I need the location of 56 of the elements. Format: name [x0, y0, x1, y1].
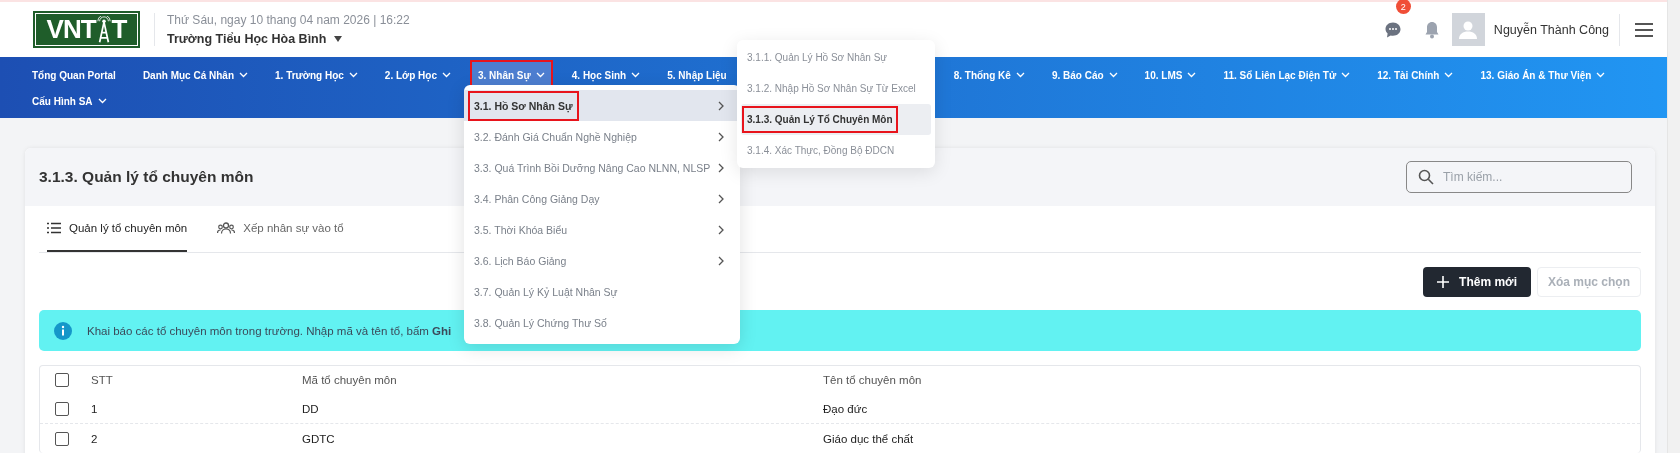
- dropdown-menu-item[interactable]: 3.6. Lịch Báo Giảng: [464, 245, 740, 276]
- search-field[interactable]: Tìm kiếm...: [1406, 161, 1632, 193]
- nav-menu-item[interactable]: Tổng Quan Portal: [32, 62, 116, 88]
- nav-menu-item[interactable]: 2. Lớp Học: [384, 62, 451, 88]
- dropdown-menu-item[interactable]: 3.5. Thời Khóa Biểu: [464, 214, 740, 245]
- nav-menu-item[interactable]: 10. LMS: [1144, 62, 1197, 88]
- caret-icon: [333, 35, 344, 43]
- table-cell: Giáo dục thể chất: [823, 432, 914, 445]
- info-icon: [54, 321, 72, 340]
- logo[interactable]: VNT T: [33, 11, 140, 48]
- page-title: 3.1.3. Quản lý tổ chuyên môn: [39, 168, 254, 186]
- column-header: Mã tổ chuyên môn: [302, 374, 398, 386]
- tab[interactable]: Quản lý tổ chuyên môn: [47, 206, 188, 252]
- table-cell: Đạo đức: [823, 402, 868, 415]
- plus-icon: [1437, 276, 1450, 288]
- dropdown-menu-item[interactable]: 3.8. Quản Lý Chứng Thư Số: [464, 307, 740, 338]
- info-text: Khai báo các tổ chuyên môn trong trường. Nhập mã và tên tổ, bấm Ghi: [87, 324, 452, 337]
- nav-menu-item[interactable]: 12. Tài Chính: [1377, 62, 1454, 88]
- dropdown-menu-item[interactable]: 3.1. Hồ Sơ Nhân Sự: [464, 90, 740, 121]
- dropdown-menu-item[interactable]: 3.2. Đánh Giá Chuẩn Nghề Nghiệp: [464, 121, 740, 152]
- column-header: Tên tổ chuyên môn: [823, 374, 922, 386]
- nav-menu-item[interactable]: 8. Thống Kê: [953, 62, 1025, 88]
- nav-menu-item[interactable]: 1. Trường Học: [275, 62, 358, 88]
- select-all-checkbox[interactable]: [55, 373, 69, 387]
- table-cell-text: 2: [91, 432, 99, 445]
- scrollbar[interactable]: [1667, 0, 1680, 453]
- dropdown-menu-item[interactable]: 3.3. Quá Trình Bồi Dưỡng Nâng Cao NLNN, NLSP: [464, 152, 740, 183]
- nav-menu-item[interactable]: 5. Nhập Liệu: [667, 62, 727, 88]
- user-name[interactable]: Nguyễn Thành Công: [1493, 22, 1609, 37]
- menu-icon[interactable]: [1634, 21, 1654, 38]
- table-cell-text: GDTC: [302, 432, 336, 445]
- chat-icon[interactable]: [1383, 20, 1402, 39]
- submenu-item[interactable]: 3.1.2. Nhập Hồ Sơ Nhân Sự Từ Excel: [741, 73, 931, 104]
- nav-menu-item[interactable]: Danh Mục Cá Nhân: [142, 62, 248, 88]
- nav-menu-item[interactable]: 3. Nhân Sự: [471, 62, 551, 88]
- submenu-item[interactable]: 3.1.3. Quản Lý Tổ Chuyên Môn: [741, 104, 931, 135]
- people-icon: [217, 222, 236, 234]
- date-text: Thứ Sáu, ngay 10 thang 04 nam 2026 | 16:22: [167, 13, 410, 27]
- submenu-item[interactable]: 3.1.1. Quản Lý Hồ Sơ Nhân Sự: [741, 42, 931, 73]
- notification-badge: 2: [1395, 0, 1411, 14]
- nav-menu-item[interactable]: 11. Sổ Liên Lạc Điện Tử: [1223, 62, 1351, 88]
- column-header: STT: [91, 374, 114, 386]
- school-selector[interactable]: Trường Tiểu Học Hòa Bình: [167, 32, 410, 46]
- row-checkbox[interactable]: [55, 431, 69, 446]
- dropdown-menu-item[interactable]: 3.4. Phân Công Giảng Dạy: [464, 183, 740, 214]
- nav-menu-item[interactable]: Cấu Hình SA: [32, 88, 107, 114]
- add-button[interactable]: Thêm mới: [1423, 267, 1531, 297]
- table-cell-text: DD: [302, 402, 320, 415]
- dropdown-menu-item[interactable]: 3.7. Quản Lý Kỷ Luật Nhân Sự: [464, 276, 740, 307]
- row-checkbox[interactable]: [55, 401, 69, 416]
- table-cell-text: 1: [91, 402, 99, 415]
- tab[interactable]: Xếp nhân sự vào tổ: [217, 206, 344, 252]
- nav-menu-item[interactable]: 9. Báo Cáo: [1051, 62, 1118, 88]
- nav-menu-item[interactable]: 13. Giáo Án & Thư Viện: [1480, 62, 1606, 88]
- submenu-item[interactable]: 3.1.4. Xác Thực, Đồng Bộ ĐDCN: [741, 135, 931, 166]
- list-icon: [47, 222, 61, 234]
